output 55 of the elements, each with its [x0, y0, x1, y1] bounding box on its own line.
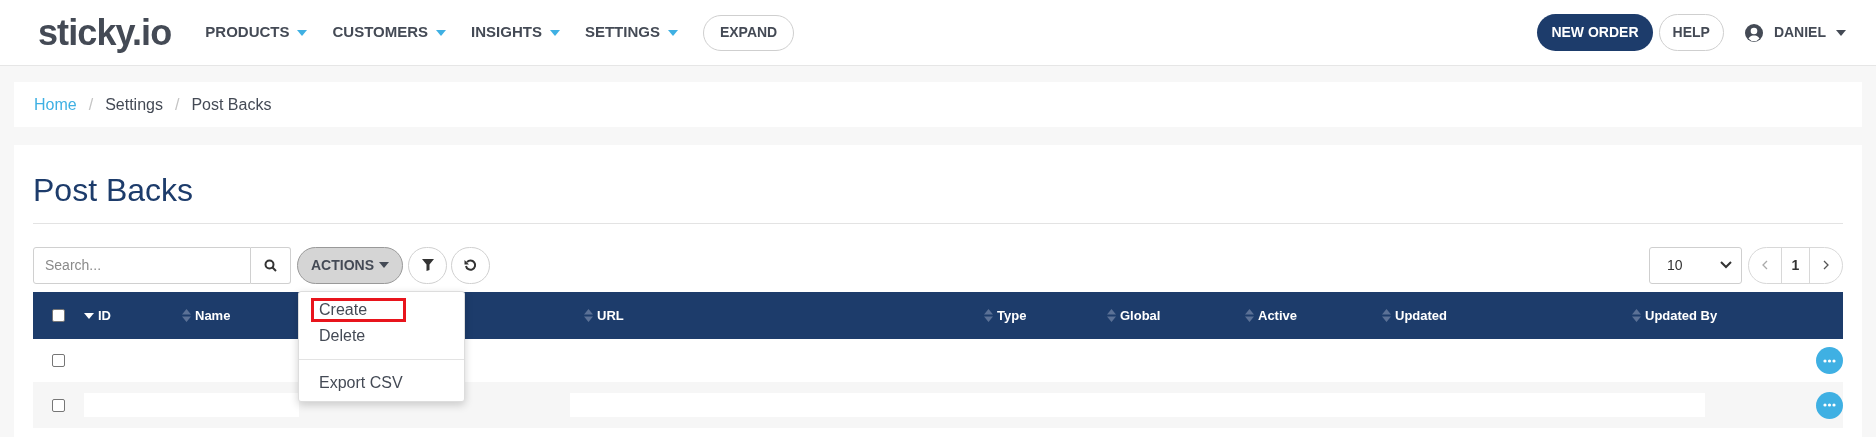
- column-header[interactable]: Name: [182, 305, 231, 326]
- caret-icon: [436, 29, 447, 36]
- filter-icon: [421, 259, 434, 271]
- sort-icon: [1245, 309, 1254, 322]
- user-avatar-icon: [1743, 22, 1764, 43]
- column-header[interactable]: Active: [1245, 305, 1298, 326]
- nav-menu[interactable]: PRODUCTS: [205, 21, 308, 44]
- column-header[interactable]: Updated: [1382, 305, 1447, 326]
- nav-menu[interactable]: CUSTOMERS: [332, 21, 447, 44]
- sort-icon: [182, 309, 191, 322]
- column-header[interactable]: URL: [584, 305, 624, 326]
- page-size-select[interactable]: 10: [1649, 246, 1742, 284]
- chevron-down-icon: [1720, 261, 1732, 269]
- menu-item[interactable]: Export CSV: [311, 371, 452, 395]
- page-title: Post Backs: [33, 171, 195, 210]
- nav-menu[interactable]: INSIGHTS: [471, 21, 560, 44]
- nav-menu[interactable]: SETTINGS: [584, 21, 678, 44]
- menu-item[interactable]: Create: [311, 298, 406, 322]
- reset-icon: [464, 258, 477, 272]
- caret-icon: [379, 262, 389, 268]
- user-menu[interactable]: DANIEL: [1743, 22, 1846, 43]
- menu-item[interactable]: Delete: [311, 324, 452, 348]
- sort-descending-icon: [84, 312, 94, 319]
- checkbox[interactable]: [52, 309, 65, 322]
- row-options-button[interactable]: [1815, 347, 1843, 374]
- sort-icon: [584, 309, 593, 322]
- column-header[interactable]: ID: [84, 305, 111, 326]
- sort-icon: [1632, 309, 1641, 322]
- checkbox[interactable]: [52, 398, 65, 412]
- caret-icon: [1836, 29, 1846, 36]
- checkbox[interactable]: [52, 354, 65, 367]
- breadcrumb-separator: /: [174, 94, 180, 115]
- more-icon: [1822, 358, 1836, 363]
- sort-icon: [1107, 309, 1116, 322]
- more-icon: [1822, 403, 1836, 407]
- search-field[interactable]: Search...: [33, 246, 251, 284]
- breadcrumb-separator: /: [88, 94, 94, 115]
- search-button[interactable]: [251, 246, 291, 284]
- logo[interactable]: sticky.io: [38, 14, 172, 51]
- new-order-button[interactable]: NEW ORDER: [1537, 14, 1653, 51]
- column-header[interactable]: Global: [1107, 305, 1161, 326]
- row-options-button[interactable]: [1815, 391, 1843, 419]
- breadcrumb-item: Settings: [105, 94, 163, 115]
- chevron-right-icon: [1823, 260, 1829, 270]
- breadcrumb-item: Post Backs: [191, 94, 272, 115]
- sort-icon: [984, 309, 993, 322]
- caret-icon: [549, 29, 560, 36]
- actions-button[interactable]: ACTIONS: [297, 246, 403, 284]
- column-header[interactable]: Updated By: [1632, 305, 1718, 326]
- sort-icon: [1382, 309, 1391, 322]
- caret-icon: [667, 29, 678, 36]
- chevron-left-icon: [1762, 260, 1768, 270]
- caret-icon: [297, 29, 308, 36]
- search-icon: [264, 258, 277, 272]
- column-header[interactable]: Type: [984, 305, 1027, 326]
